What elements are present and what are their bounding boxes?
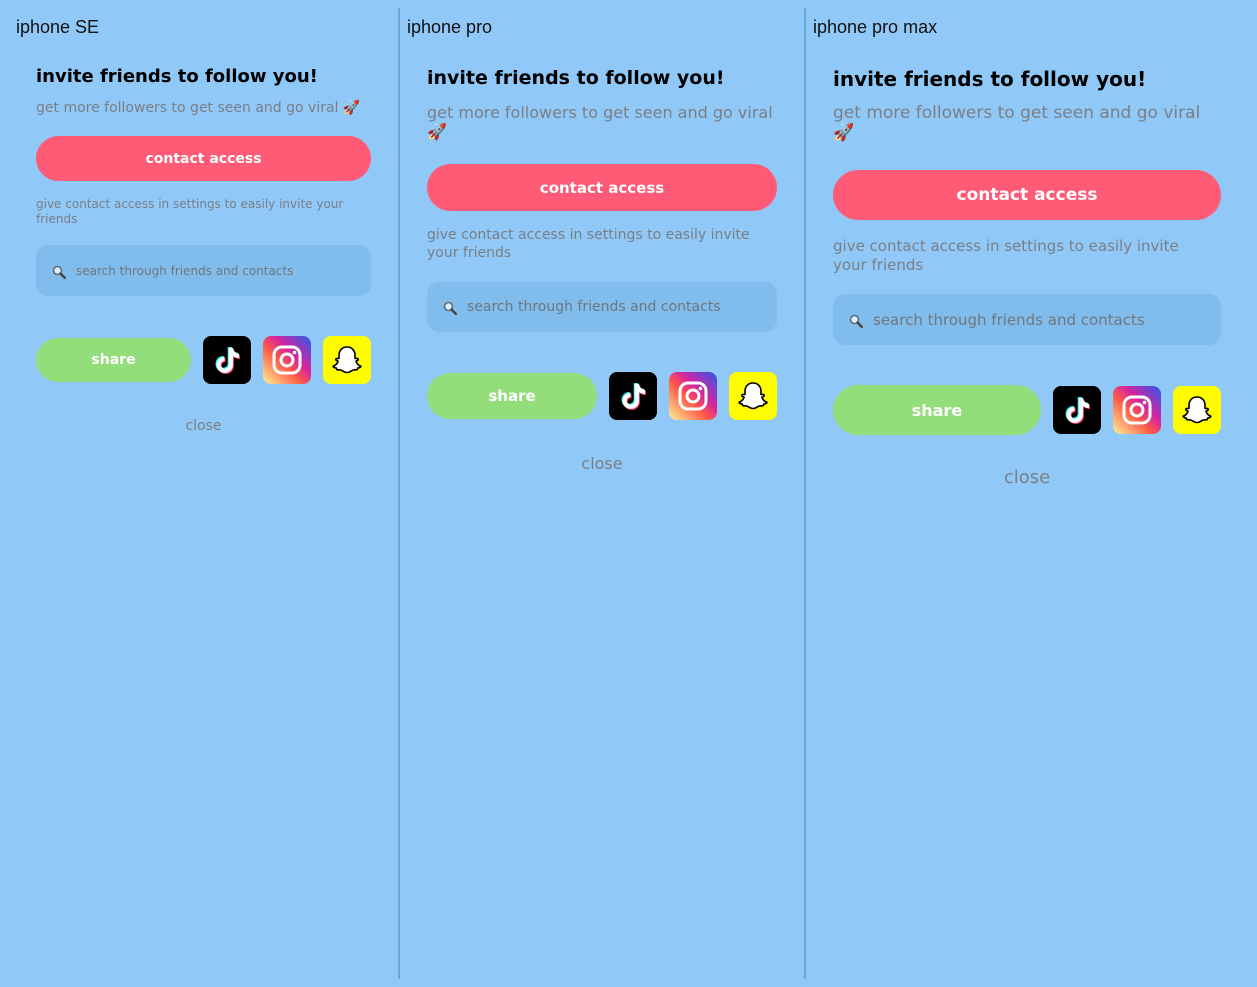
invite-title: invite friends to follow you!	[36, 66, 318, 87]
share-button[interactable]: share	[427, 373, 597, 419]
contact-access-button[interactable]: contact access	[833, 170, 1221, 220]
search-input[interactable]	[76, 263, 371, 278]
tiktok-icon[interactable]	[203, 336, 251, 384]
invite-subtitle: get more followers to get seen and go vi…	[833, 103, 1201, 144]
instagram-icon[interactable]	[263, 336, 311, 384]
invite-title: invite friends to follow you!	[427, 67, 725, 89]
search-icon	[849, 314, 863, 328]
snapchat-icon[interactable]	[729, 372, 777, 420]
snapchat-icon[interactable]	[1173, 386, 1221, 434]
snapchat-icon[interactable]	[323, 336, 371, 384]
close-link[interactable]: close	[427, 454, 777, 473]
close-link[interactable]: close	[833, 467, 1221, 488]
instagram-icon[interactable]	[1113, 386, 1161, 434]
contact-access-hint: give contact access in settings to easil…	[833, 237, 1179, 274]
tiktok-icon[interactable]	[1053, 386, 1101, 434]
contact-access-hint: give contact access in settings to easil…	[427, 227, 750, 261]
device-preview-iphone-pro: iphone pro invite friends to follow you!…	[400, 0, 804, 987]
contact-access-button[interactable]: contact access	[427, 164, 777, 211]
contact-access-button[interactable]: contact access	[36, 136, 371, 181]
invite-title: invite friends to follow you!	[833, 67, 1147, 91]
device-preview-iphone-se: iphone SE invite friends to follow you! …	[0, 0, 398, 987]
search-box[interactable]	[36, 245, 371, 296]
search-icon	[443, 301, 457, 315]
tiktok-icon[interactable]	[609, 372, 657, 420]
invite-subtitle: get more followers to get seen and go vi…	[427, 103, 773, 142]
share-button[interactable]: share	[833, 385, 1041, 435]
invite-subtitle: get more followers to get seen and go vi…	[36, 100, 361, 116]
search-icon	[52, 265, 66, 279]
close-link[interactable]: close	[36, 418, 371, 434]
search-input[interactable]	[873, 310, 1221, 329]
device-label: iphone pro max	[813, 17, 938, 37]
share-button[interactable]: share	[36, 338, 191, 382]
instagram-icon[interactable]	[669, 372, 717, 420]
device-label: iphone pro	[407, 17, 493, 37]
device-label: iphone SE	[16, 17, 100, 37]
search-input[interactable]	[467, 299, 777, 315]
contact-access-hint: give contact access in settings to easil…	[36, 197, 344, 226]
search-box[interactable]	[427, 282, 777, 332]
search-box[interactable]	[833, 294, 1221, 345]
device-preview-iphone-pro-max: iphone pro max invite friends to follow …	[806, 0, 1257, 987]
